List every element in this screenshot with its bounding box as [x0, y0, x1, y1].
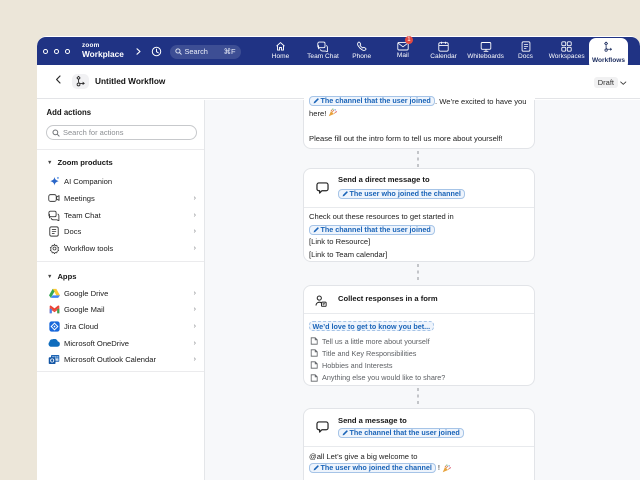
svg-text:O: O — [50, 359, 55, 365]
